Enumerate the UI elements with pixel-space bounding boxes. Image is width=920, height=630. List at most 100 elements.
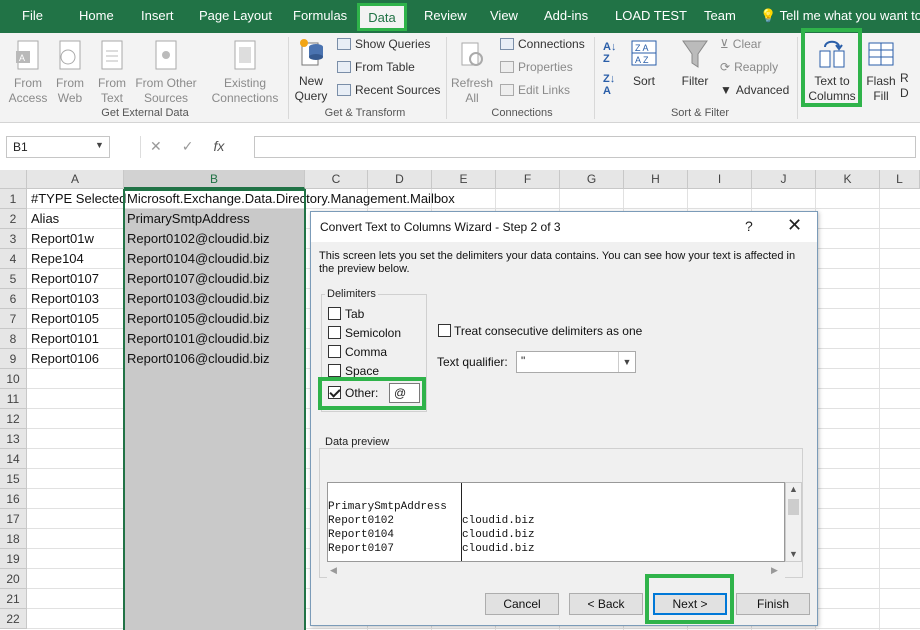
row-header[interactable]: 22: [0, 609, 27, 629]
row-header[interactable]: 9: [0, 349, 27, 369]
cell-a9[interactable]: Report0106: [31, 349, 99, 369]
close-icon[interactable]: ✕: [787, 215, 802, 236]
scroll-thumb[interactable]: [788, 499, 799, 515]
chevron-down-icon[interactable]: ▼: [618, 352, 635, 372]
cell-a5[interactable]: Report0107: [31, 269, 99, 289]
cell-a7[interactable]: Report0105: [31, 309, 99, 329]
column-header-l[interactable]: L: [880, 170, 920, 189]
from-other-sources-button[interactable]: From Other Sources: [133, 39, 199, 106]
row-header[interactable]: 16: [0, 489, 27, 509]
column-header-c[interactable]: C: [305, 170, 368, 189]
from-web-button[interactable]: From Web: [50, 39, 90, 106]
row-header[interactable]: 13: [0, 429, 27, 449]
new-query-button[interactable]: New Query: [290, 37, 332, 104]
row-header[interactable]: 5: [0, 269, 27, 289]
from-table-button[interactable]: From Table: [337, 60, 415, 74]
cell-a8[interactable]: Report0101: [31, 329, 99, 349]
remove-duplicates-button[interactable]: R D: [900, 71, 920, 101]
row-header[interactable]: 2: [0, 209, 27, 229]
row-header[interactable]: 15: [0, 469, 27, 489]
consecutive-delimiters-label[interactable]: Treat consecutive delimiters as one: [454, 324, 642, 338]
column-header-h[interactable]: H: [624, 170, 688, 189]
cell-a3[interactable]: Report01w: [31, 229, 94, 249]
finish-button[interactable]: Finish: [736, 593, 810, 615]
tab-file[interactable]: File: [22, 8, 43, 23]
consecutive-delimiters-checkbox[interactable]: [438, 324, 451, 337]
comma-checkbox-label[interactable]: Comma: [345, 345, 387, 359]
column-header-j[interactable]: J: [752, 170, 816, 189]
tab-review[interactable]: Review: [424, 8, 467, 23]
cell-a1[interactable]: #TYPE Selected: [31, 189, 126, 209]
recent-sources-button[interactable]: Recent Sources: [337, 83, 440, 97]
row-header[interactable]: 12: [0, 409, 27, 429]
chevron-down-icon[interactable]: ▼: [95, 140, 104, 150]
row-header[interactable]: 18: [0, 529, 27, 549]
filter-button[interactable]: Filter: [678, 37, 712, 89]
column-header-b[interactable]: B: [124, 170, 305, 189]
semicolon-checkbox[interactable]: [328, 326, 341, 339]
row-header[interactable]: 8: [0, 329, 27, 349]
show-queries-button[interactable]: Show Queries: [337, 37, 430, 51]
tab-checkbox[interactable]: [328, 307, 341, 320]
tab-data[interactable]: Data: [357, 3, 407, 31]
cancel-button[interactable]: Cancel: [485, 593, 559, 615]
advanced-button[interactable]: ▼ Advanced: [720, 83, 789, 97]
scroll-left-icon[interactable]: ◀: [330, 565, 337, 576]
scroll-right-icon[interactable]: ▶: [771, 565, 778, 576]
select-all-corner[interactable]: [0, 170, 27, 189]
back-button[interactable]: < Back: [569, 593, 643, 615]
column-header-e[interactable]: E: [432, 170, 496, 189]
properties-button[interactable]: Properties: [500, 60, 573, 74]
row-header[interactable]: 20: [0, 569, 27, 589]
sort-az-icon[interactable]: A↓ Z: [603, 41, 616, 65]
column-header-g[interactable]: G: [560, 170, 624, 189]
tab-team[interactable]: Team: [704, 8, 736, 23]
cell-a4[interactable]: Repe104: [31, 249, 84, 269]
tab-formulas[interactable]: Formulas: [293, 8, 347, 23]
row-header[interactable]: 21: [0, 589, 27, 609]
row-header[interactable]: 17: [0, 509, 27, 529]
tell-me-box[interactable]: 💡 Tell me what you want to: [760, 8, 920, 24]
row-header[interactable]: 6: [0, 289, 27, 309]
cancel-icon[interactable]: ✕: [150, 138, 162, 155]
refresh-all-button[interactable]: Refresh All: [450, 39, 494, 106]
help-icon[interactable]: ?: [745, 218, 753, 234]
column-header-a[interactable]: A: [27, 170, 124, 189]
tab-insert[interactable]: Insert: [141, 8, 174, 23]
semicolon-checkbox-label[interactable]: Semicolon: [345, 326, 401, 340]
row-header[interactable]: 3: [0, 229, 27, 249]
row-header[interactable]: 7: [0, 309, 27, 329]
sort-button[interactable]: Z AA Z Sort: [628, 37, 660, 89]
row-header[interactable]: 14: [0, 449, 27, 469]
formula-input[interactable]: [254, 136, 916, 158]
enter-icon[interactable]: ✓: [182, 138, 194, 155]
row-header[interactable]: 4: [0, 249, 27, 269]
tab-checkbox-label[interactable]: Tab: [345, 307, 364, 321]
flash-fill-button[interactable]: Flash Fill: [864, 37, 898, 104]
cell-a2[interactable]: Alias: [31, 209, 59, 229]
preview-vertical-scrollbar[interactable]: ▲ ▼: [785, 482, 802, 562]
tab-load-test[interactable]: LOAD TEST: [615, 8, 687, 23]
row-header[interactable]: 1: [0, 189, 27, 209]
row-header[interactable]: 19: [0, 549, 27, 569]
connections-button[interactable]: Connections: [500, 37, 585, 51]
sort-za-icon[interactable]: Z↓ A: [603, 73, 615, 97]
existing-connections-button[interactable]: Existing Connections: [208, 39, 282, 106]
reapply-button[interactable]: ⟳ Reapply: [720, 60, 778, 74]
tab-page-layout[interactable]: Page Layout: [199, 8, 272, 23]
space-checkbox[interactable]: [328, 364, 341, 377]
clear-filter-button[interactable]: ⊻ Clear: [720, 37, 761, 51]
scroll-down-icon[interactable]: ▼: [789, 549, 798, 559]
scroll-up-icon[interactable]: ▲: [789, 484, 798, 494]
from-text-button[interactable]: From Text: [92, 39, 132, 106]
from-access-button[interactable]: A From Access: [6, 39, 50, 106]
space-checkbox-label[interactable]: Space: [345, 364, 379, 378]
row-header[interactable]: 10: [0, 369, 27, 389]
tab-view[interactable]: View: [490, 8, 518, 23]
cell-a6[interactable]: Report0103: [31, 289, 99, 309]
comma-checkbox[interactable]: [328, 345, 341, 358]
row-header[interactable]: 11: [0, 389, 27, 409]
edit-links-button[interactable]: Edit Links: [500, 83, 570, 97]
data-preview-table[interactable]: PrimarySmtpAddress Report0102 cloudid.biz R…: [327, 482, 785, 562]
insert-function-icon[interactable]: fx: [213, 138, 224, 155]
